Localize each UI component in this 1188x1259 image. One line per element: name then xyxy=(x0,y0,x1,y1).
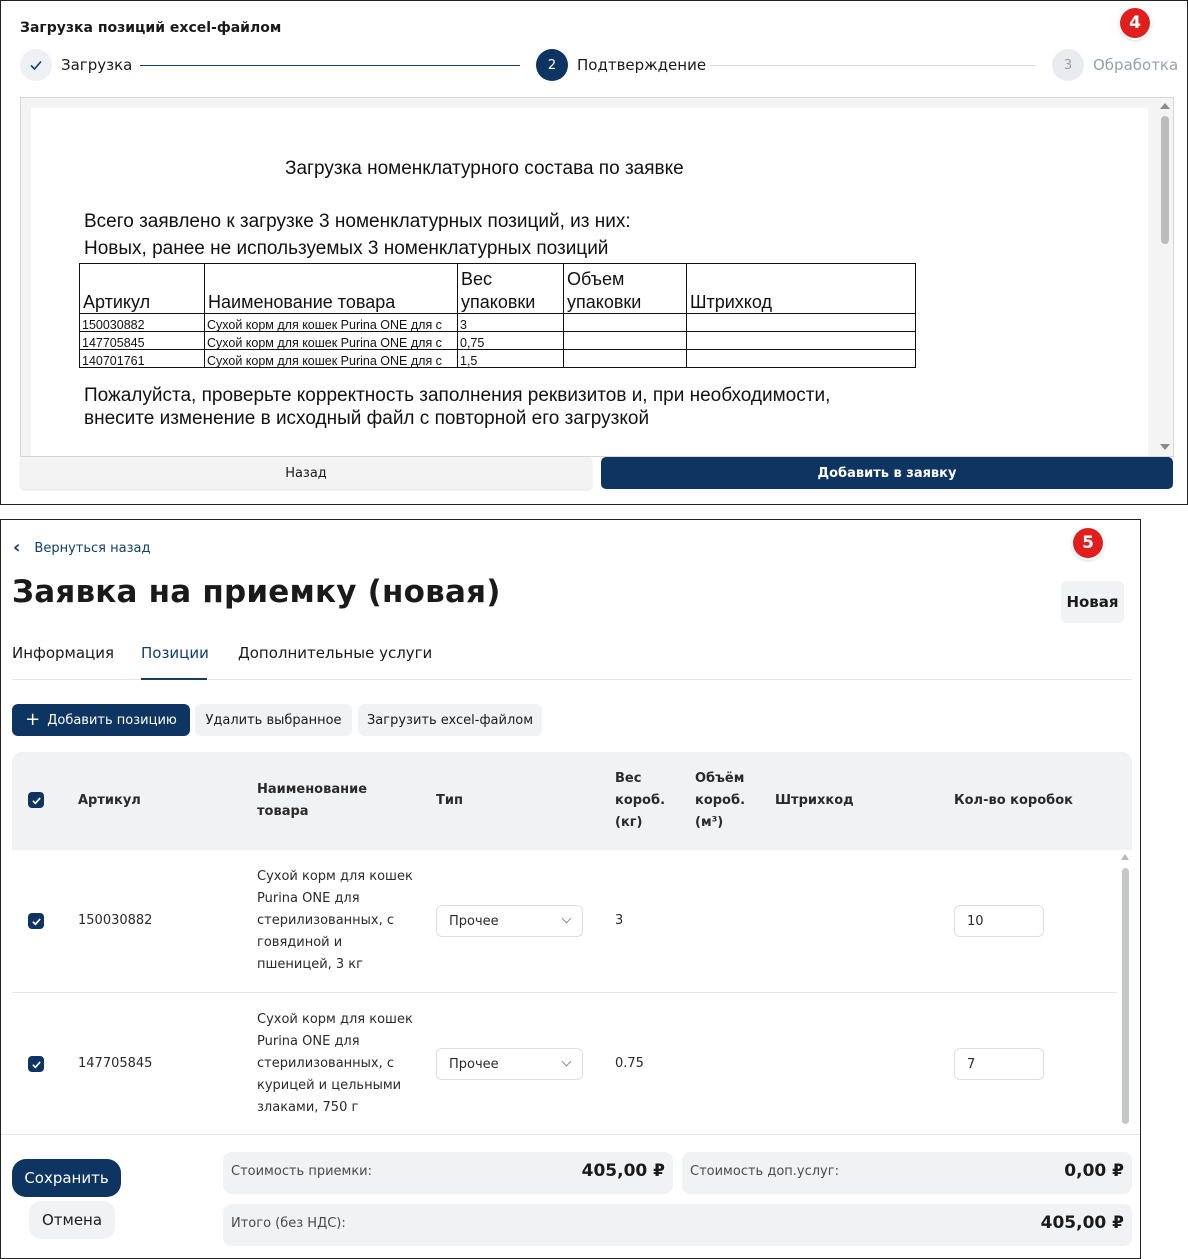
doc-col-barcode: Штрихкод xyxy=(686,263,916,314)
page-title: Заявка на приемку (новая) xyxy=(12,574,501,610)
type-select[interactable]: Прочее xyxy=(436,1048,583,1080)
step-label: Обработка xyxy=(1093,56,1179,74)
step-processing: 3 Обработка xyxy=(1052,49,1178,81)
request-page: 5 ‹ Вернуться назад Заявка на приемку (н… xyxy=(0,519,1141,1259)
chevron-down-icon xyxy=(561,1056,572,1067)
step-number: 2 xyxy=(536,49,568,81)
services-cost-box: Стоимость доп.услуг: 0,00 ₽ xyxy=(682,1152,1132,1194)
total-box: Итого (без НДС): 405,00 ₽ xyxy=(223,1204,1132,1246)
document-note: внесите изменение в исходный файл с повт… xyxy=(84,408,650,429)
delete-selected-button[interactable]: Удалить выбранное xyxy=(195,704,352,736)
table-scrollbar[interactable] xyxy=(1119,850,1132,1130)
table-row: 150030882 Сухой корм для кошек Purina ON… xyxy=(12,850,1117,993)
tab-information[interactable]: Информация xyxy=(12,642,114,680)
document-scrollbar[interactable] xyxy=(1157,98,1173,456)
check-icon xyxy=(31,1060,41,1068)
services-cost-value: 0,00 ₽ xyxy=(1064,1161,1124,1181)
doc-table-row: 150030882 Сухой корм для кошек Purina ON… xyxy=(79,313,916,332)
scroll-down-icon[interactable] xyxy=(1160,444,1170,450)
reception-cost-label: Стоимость приемки: xyxy=(231,1164,373,1179)
scroll-up-icon[interactable] xyxy=(1160,103,1170,109)
doc-table-row: 147705845 Сухой корм для кошек Purina ON… xyxy=(79,331,916,350)
chevron-left-icon: ‹ xyxy=(13,537,21,558)
check-icon xyxy=(31,917,41,925)
col-name: Наименование товара xyxy=(257,782,368,819)
step-confirm: 2 Подтверждение xyxy=(536,49,706,81)
status-badge: Новая xyxy=(1061,581,1124,623)
tab-bar: Информация Позиции Дополнительные услуги xyxy=(12,642,1132,680)
back-link[interactable]: ‹ Вернуться назад xyxy=(13,539,150,557)
col-type: Тип xyxy=(436,793,463,808)
document-page: Загрузка номенклатурного состава по заяв… xyxy=(31,108,1148,456)
doc-col-article: Артикул xyxy=(79,263,205,314)
box-count-input[interactable]: 7 xyxy=(954,1048,1044,1080)
select-all-checkbox[interactable] xyxy=(28,792,44,808)
stepper-line-done xyxy=(140,65,520,66)
doc-col-weight: Вес упаковки xyxy=(457,263,564,314)
total-value: 405,00 ₽ xyxy=(1040,1213,1124,1233)
doc-col-volume: Объем упаковки xyxy=(563,263,687,314)
box-count-input[interactable]: 10 xyxy=(954,905,1044,937)
col-barcode: Штрихкод xyxy=(775,793,854,808)
row-checkbox[interactable] xyxy=(28,1056,44,1072)
check-icon xyxy=(31,796,41,804)
dialog-title: Загрузка позиций excel-файлом xyxy=(20,20,282,36)
footer-divider xyxy=(1,1134,1140,1135)
reception-cost-value: 405,00 ₽ xyxy=(581,1161,665,1181)
col-article: Артикул xyxy=(78,793,141,808)
cell-article: 147705845 xyxy=(78,1056,153,1071)
step-badge-5: 5 xyxy=(1073,528,1103,558)
tab-additional-services[interactable]: Дополнительные услуги xyxy=(238,642,432,680)
add-to-request-button[interactable]: Добавить в заявку xyxy=(601,457,1173,489)
back-link-label: Вернуться назад xyxy=(34,540,151,556)
document-note: Пожалуйста, проверьте корректность запол… xyxy=(84,385,831,406)
positions-table: Артикул Наименование товара Тип Вес короб.… xyxy=(12,752,1132,1132)
col-volume: Объём короб. (м³) xyxy=(695,771,746,830)
cell-name: Сухой корм для кошек Purina ONE для стер… xyxy=(257,1012,413,1115)
add-position-button[interactable]: + Добавить позицию xyxy=(12,704,190,736)
reception-cost-box: Стоимость приемки: 405,00 ₽ xyxy=(223,1152,673,1194)
step-number: 3 xyxy=(1052,49,1084,81)
step-upload: Загрузка xyxy=(20,49,132,81)
scroll-up-icon[interactable] xyxy=(1121,854,1129,860)
stepper-line-pending xyxy=(710,65,1036,66)
cancel-button[interactable]: Отмена xyxy=(29,1201,115,1239)
cell-weight: 0.75 xyxy=(615,1056,644,1071)
step-badge-4: 4 xyxy=(1120,8,1150,38)
plus-icon: + xyxy=(25,709,41,730)
scroll-thumb[interactable] xyxy=(1161,116,1169,244)
save-button[interactable]: Сохранить xyxy=(12,1159,121,1197)
document-summary-line: Новых, ранее не используемых 3 номенклат… xyxy=(84,238,609,259)
document-table: Артикул Наименование товара Вес упаковки … xyxy=(79,263,916,368)
table-row: 147705845 Сухой корм для кошек Purina ON… xyxy=(12,993,1117,1136)
table-header: Артикул Наименование товара Тип Вес короб.… xyxy=(12,752,1132,850)
scroll-thumb[interactable] xyxy=(1122,868,1129,1124)
doc-col-name: Наименование товара xyxy=(204,263,458,314)
type-select[interactable]: Прочее xyxy=(436,905,583,937)
total-label: Итого (без НДС): xyxy=(231,1216,346,1231)
stepper: Загрузка 2 Подтверждение 3 Обработка xyxy=(20,49,1178,83)
document-summary-line: Всего заявлено к загрузке 3 номенклатурн… xyxy=(84,211,631,232)
upload-excel-button[interactable]: Загрузить excel-файлом xyxy=(358,704,542,736)
check-icon xyxy=(20,49,52,81)
chevron-down-icon xyxy=(561,913,572,924)
row-checkbox[interactable] xyxy=(28,913,44,929)
document-heading: Загрузка номенклатурного состава по заяв… xyxy=(285,158,684,179)
col-box-count: Кол-во коробок xyxy=(954,793,1073,808)
document-preview[interactable]: Загрузка номенклатурного состава по заяв… xyxy=(20,97,1174,457)
cell-article: 150030882 xyxy=(78,913,153,928)
upload-dialog: Загрузка позиций excel-файлом 4 Загрузка… xyxy=(0,0,1188,505)
step-label: Загрузка xyxy=(61,56,133,74)
cell-name: Сухой корм для кошек Purina ONE для стер… xyxy=(257,869,413,972)
back-button[interactable]: Назад xyxy=(20,457,592,489)
col-weight: Вес короб. (кг) xyxy=(615,771,666,830)
tab-positions[interactable]: Позиции xyxy=(141,642,209,680)
step-label: Подтверждение xyxy=(577,56,707,74)
services-cost-label: Стоимость доп.услуг: xyxy=(690,1164,839,1179)
doc-table-row: 140701761 Сухой корм для кошек Purina ON… xyxy=(79,349,916,368)
cell-weight: 3 xyxy=(615,913,624,928)
